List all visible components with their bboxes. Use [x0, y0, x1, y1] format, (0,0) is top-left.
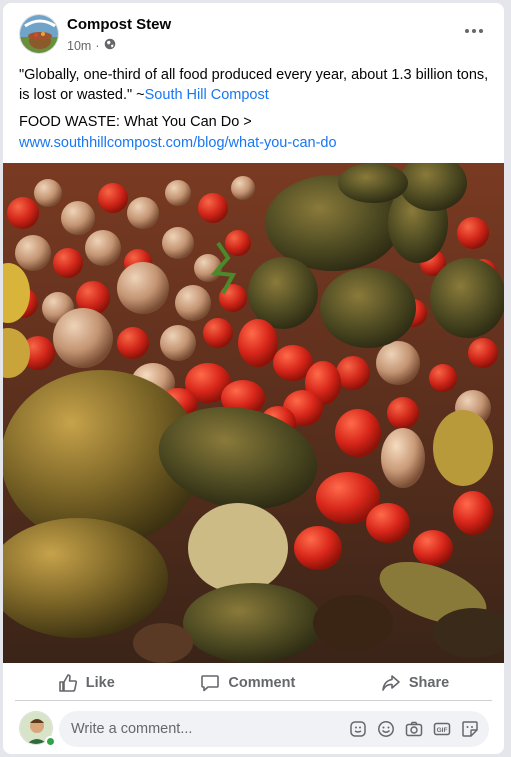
meta-separator: ·: [95, 38, 100, 53]
globe-icon[interactable]: [104, 38, 116, 53]
more-options-button[interactable]: [462, 21, 486, 41]
share-arrow-icon: [382, 674, 400, 691]
comment-button[interactable]: Comment: [188, 667, 307, 699]
post-time[interactable]: 10m: [67, 39, 91, 53]
comment-label: Comment: [228, 674, 296, 691]
avatar-sticker-icon[interactable]: [348, 719, 367, 738]
comment-box: GIF: [59, 711, 489, 747]
page-name[interactable]: Compost Stew: [67, 16, 171, 33]
post-meta: 10m ·: [67, 38, 116, 53]
sticker-icon[interactable]: [460, 719, 479, 738]
comment-composer: GIF: [3, 709, 504, 749]
page-avatar[interactable]: [19, 14, 59, 54]
like-button[interactable]: Like: [46, 667, 127, 699]
thumbs-up-icon: [58, 673, 77, 692]
gif-icon[interactable]: GIF: [432, 719, 451, 738]
more-icon: [465, 29, 483, 33]
post-header: Compost Stew 10m ·: [3, 3, 504, 63]
comment-tools: GIF: [348, 719, 479, 738]
comment-bubble-icon: [201, 674, 220, 691]
post-card: Compost Stew 10m · "Globally, one-third …: [3, 3, 504, 754]
online-status-dot: [45, 736, 56, 747]
camera-icon[interactable]: [404, 719, 423, 738]
share-button[interactable]: Share: [369, 667, 461, 699]
share-label: Share: [408, 674, 450, 691]
post-actions: Like Comment Share: [15, 665, 492, 701]
source-link[interactable]: South Hill Compost: [145, 87, 269, 103]
comment-input[interactable]: [71, 721, 351, 737]
emoji-icon[interactable]: [376, 719, 395, 738]
svg-text:GIF: GIF: [436, 727, 447, 734]
food-waste-photo[interactable]: [3, 163, 504, 663]
post-body: "Globally, one-third of all food produce…: [19, 65, 489, 105]
like-label: Like: [85, 674, 115, 691]
post-headline: FOOD WASTE: What You Can Do >: [19, 114, 252, 130]
article-link[interactable]: www.southhillcompost.com/blog/what-you-c…: [19, 133, 489, 153]
